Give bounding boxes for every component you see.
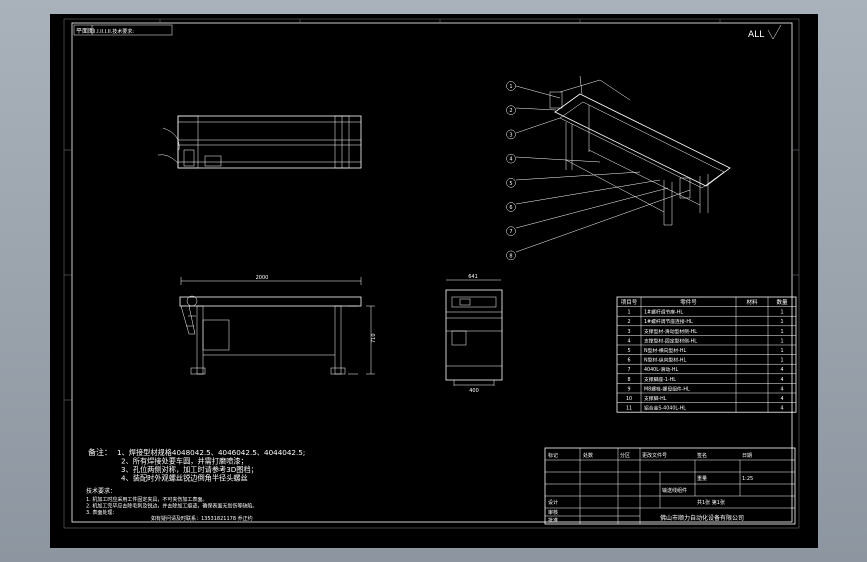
balloon-number: 1 [509,84,512,90]
bom-cell: 1 [780,329,783,335]
front-view [179,277,375,375]
cad-drawing: 平面图 I.I.II.I.II.技术要求: ALL 2000 710 641 4… [63,18,800,529]
tb-row-label: 标记 [548,452,558,459]
bom-header: 项目号 [621,299,638,306]
surface-finish-icon [767,24,782,40]
bom-cell: 11 [626,406,632,412]
balloon-number: 3 [509,132,512,138]
bom-cell: 支撑脚-HL [644,395,667,402]
tb-company: 佛山市顺力自动化设备有限公司 [660,514,744,522]
dim-side-width: 641 [468,274,478,280]
bom-cell: 7 [627,367,630,373]
bom-cell: 1 [627,310,630,316]
tech-title: 技术要求： [86,487,116,495]
bom-cell: 4 [780,386,783,392]
side-view [445,279,503,386]
bom-cell: 支撑型材-滑动型材侧-HL [644,328,697,335]
dim-side-base: 400 [469,388,479,394]
bom-cell: 4 [780,367,783,373]
bom-cell: 1 [780,338,783,344]
bom-cell: 8 [627,377,630,383]
bom-cell: 4040L-滑动-HL [644,366,678,373]
isometric-view [549,75,731,226]
bom-cell: 6 [627,358,630,364]
notes-lines: 1、焊接型材规格4048042.5、4046042.5、4044042.5;2、… [117,448,305,483]
tb-design: 设计 [548,499,558,506]
bom-cell: 1#螺杆调节座连接-HL [644,318,693,325]
tb-check: 审核 [548,509,558,516]
bom-header: 材料 [746,298,758,306]
tech-line: 3. 表面处理： [86,509,117,516]
bom-cell: 支撑型材-固定型材侧-HL [644,337,697,344]
tech-lines: 1. 机加工时应采用工件固定夹具，不可夹伤加工表面。2. 机加工完毕应去除毛刺及… [86,496,257,516]
bom-cell: M8螺栓-螺母组件-HL [644,385,690,392]
tb-sheet-info: 共1张 第1张 [697,499,725,506]
bom-cell: 2 [627,319,630,325]
bom-cell: 1 [780,319,783,325]
contact-line: 如有疑问请及时联系：13531821178 乔正约 [151,515,253,522]
tb-scale: 1:25 [742,476,753,482]
tech-line: 1. 机加工时应采用工件固定夹具，不可夹伤加工表面。 [86,496,207,503]
tb-weight: 重量 [697,475,707,482]
tech-line: 2. 机加工完毕应去除毛刺及锐边，并去除加工痕迹，确保表面无划伤等缺陷。 [86,503,257,510]
bom-cell: 铝合金S-4040L-HL [644,405,686,412]
dim-front-height: 710 [371,333,377,343]
balloon-number: 5 [509,181,512,187]
balloon-number: 4 [509,157,512,163]
note-line: 4、装配时外观螺丝锐边倒角半径头螺丝 [121,474,248,483]
bom-cell: 1#螺杆调节座-HL [644,309,683,316]
bom-cell: N型材-纵向型材-HL [644,357,686,364]
balloons: 1 2 3 4 5 6 7 8 [506,81,516,261]
bom-cell: 1 [780,358,783,364]
balloon-number: 8 [509,253,512,259]
title-block [544,447,796,525]
top-view [157,115,362,169]
corner-label: ALL [748,30,764,40]
bom-cell: 4 [780,406,783,412]
bom-cell: 1 [780,310,783,316]
notes-title: 备注： [88,447,112,457]
top-left-tab: 平面图 [76,28,94,35]
bom-cell: 10 [626,396,632,402]
bom-cell: 4 [780,377,783,383]
title-block-labels: 标记 处数 分区 更改文件号 签名 日期 [548,452,752,459]
bom-cell: 4 [780,396,783,402]
balloon-number: 7 [509,229,512,235]
bom-cell: 1 [780,348,783,354]
top-left-text: I.I.II.I.II.技术要求: [94,28,134,35]
bom-cell: N型材-横向型材-HL [644,347,686,354]
dim-front-length: 2000 [256,275,269,281]
bom-header: 数量 [776,298,788,306]
tb-row-label: 更改文件号 [642,452,667,459]
tb-row-label: 日期 [742,453,752,459]
tb-approve: 批准 [548,517,558,524]
bom-cell: 5 [627,348,630,354]
bom-cell: 9 [627,386,630,392]
balloon-number: 2 [509,108,512,114]
tb-row-label: 分区 [620,452,630,459]
bom-table: 项目号 零件号 材料 数量 1 1#螺杆调节座-HL 1 2 1#螺杆调节座连接-HL 1 3 支撑型… [616,296,797,413]
tb-drawing-name: 输送线组件 [662,487,687,494]
bom-cell: 4 [627,338,630,344]
tb-row-label: 签名 [697,452,707,459]
bom-cell: 3 [627,329,630,335]
bom-cell: 支撑脚座-1-HL [644,376,676,383]
tb-row-label: 处数 [583,452,593,459]
balloon-number: 6 [509,205,512,211]
bom-header: 零件号 [680,298,697,306]
